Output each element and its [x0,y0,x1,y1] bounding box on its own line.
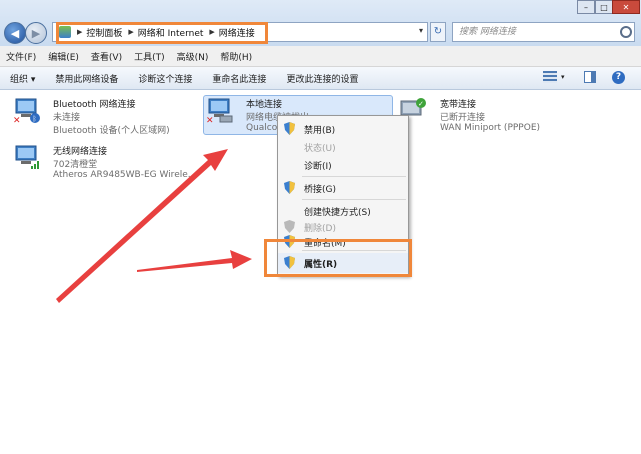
arrow-to-local-connection [56,149,228,303]
annotation-arrows [56,149,252,303]
arrow-to-properties [137,250,252,272]
